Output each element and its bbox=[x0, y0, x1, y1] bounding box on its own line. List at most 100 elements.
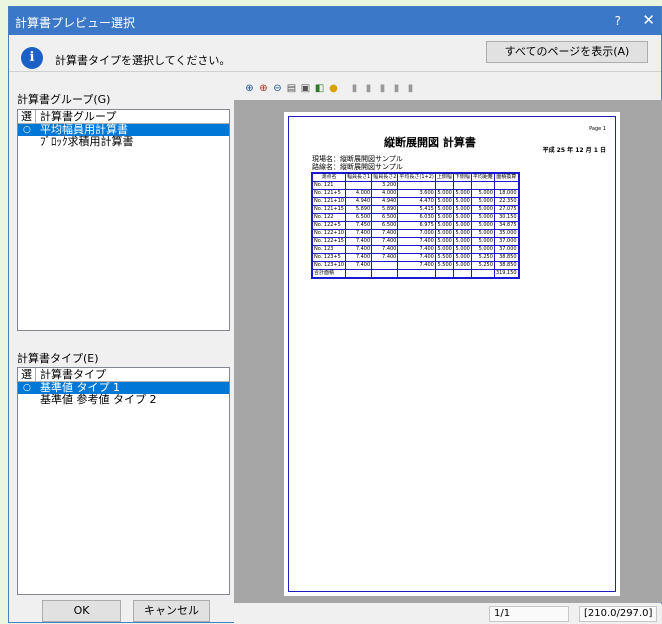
sheet-cell: 3.200 bbox=[371, 181, 399, 190]
sheet-cell: 5.000 bbox=[434, 197, 454, 206]
sheet-cell: 5.000 bbox=[452, 197, 472, 206]
sheet-cell: 6.500 bbox=[371, 221, 399, 230]
sheet-cell: 7.400 bbox=[397, 253, 436, 262]
sheet-cell: 5.500 bbox=[434, 253, 454, 262]
sheet-date: 平成 25 年 12 月 1 日 bbox=[542, 147, 606, 154]
sheet-cell: 5.000 bbox=[434, 245, 454, 254]
sheet-row: No. 122+15 7.400 7.400 7.400 5.000 5.000 5.000… bbox=[311, 237, 520, 246]
sheet-cell: 5.000 bbox=[470, 205, 495, 214]
type-list-header: 選 計算書タイプ bbox=[18, 368, 229, 382]
print-icon[interactable]: ▤ bbox=[286, 83, 297, 95]
info-icon: i bbox=[21, 47, 43, 69]
lightbulb-icon[interactable]: ● bbox=[328, 83, 339, 95]
instruction-text: 計算書タイプを選択してください。 bbox=[55, 54, 231, 67]
sheet-row: No. 122 6.500 6.500 6.030 5.000 5.000 5.000 30.… bbox=[311, 213, 520, 222]
preview-page: Page 1 縦断展開図 計算書 平成 25 年 12 月 1 日 現場名：縦断… bbox=[284, 112, 620, 596]
sheet-cell: 5.000 bbox=[434, 213, 454, 222]
sheet-cell: No. 123+5 bbox=[311, 253, 346, 262]
sheet-cell: 4.940 bbox=[371, 197, 399, 206]
next-page-icon[interactable]: ▮ bbox=[377, 83, 388, 95]
zoom-fit-icon[interactable]: ⊕ bbox=[244, 83, 255, 95]
sheet-cell: No. 123 bbox=[311, 245, 346, 254]
sheet-cell: 5.000 bbox=[434, 205, 454, 214]
title-bar: 計算書プレビュー選択 ? ✕ bbox=[9, 7, 661, 35]
page-setup-icon[interactable]: ▣ bbox=[300, 83, 311, 95]
sheet-cell: 4.470 bbox=[397, 197, 436, 206]
zoom-out-icon[interactable]: ⊖ bbox=[272, 83, 283, 95]
sheet-cell: No. 122+15 bbox=[311, 237, 346, 246]
type-item-reference-2[interactable]: 基準値 参考値 タイプ 2 bbox=[18, 394, 229, 406]
sheet-cell: 4.940 bbox=[344, 197, 373, 206]
status-bar: 1/1 [210.0/297.0] bbox=[234, 604, 662, 624]
page-indicator: 1/1 bbox=[489, 606, 569, 622]
calculation-table: 測点名 幅員長さ1 幅員長さ2 平均長さ(1+2) 上側幅 下側幅 平均距離 面積換算 No. … bbox=[311, 172, 520, 279]
sheet-header-cell: 上側幅 bbox=[434, 172, 454, 182]
close-icon[interactable]: ✕ bbox=[642, 11, 655, 29]
sheet-cell bbox=[470, 269, 495, 279]
group-item-block-area[interactable]: ﾌﾞﾛｯｸ求積用計算書 bbox=[18, 136, 229, 148]
sheet-cell: No. 122 bbox=[311, 213, 346, 222]
sheet-cell: No. 121+10 bbox=[311, 197, 346, 206]
sheet-cell: 7.400 bbox=[344, 253, 373, 262]
sheet-cell: 3.600 bbox=[397, 189, 436, 198]
route-name: 路線名：縦断展開図サンプル bbox=[312, 163, 403, 171]
group-column-header[interactable]: 計算書グループ bbox=[40, 110, 116, 123]
sheet-cell bbox=[434, 269, 454, 279]
window-title: 計算書プレビュー選択 bbox=[15, 16, 136, 30]
group-item-label: ﾌﾞﾛｯｸ求積用計算書 bbox=[40, 135, 134, 148]
multi-page-icon[interactable]: ▮ bbox=[405, 83, 416, 95]
select-column-header[interactable]: 選 bbox=[21, 368, 36, 381]
sheet-cell: 5.000 bbox=[470, 237, 495, 246]
sheet-cell: 合計面積 bbox=[311, 269, 346, 279]
sheet-cell: 7.400 bbox=[344, 261, 373, 270]
paper-size: [210.0/297.0] bbox=[579, 606, 657, 622]
type-listbox[interactable]: 選 計算書タイプ ○ 基準値 タイプ 1 基準値 参考値 タイプ 2 bbox=[17, 367, 230, 595]
prev-page-icon[interactable]: ▮ bbox=[363, 83, 374, 95]
dialog-window: 計算書プレビュー選択 ? ✕ i 計算書タイプを選択してください。 すべてのペー… bbox=[8, 6, 662, 624]
sheet-cell bbox=[434, 181, 454, 190]
sheet-cell bbox=[452, 181, 472, 190]
export-icon[interactable]: ◧ bbox=[314, 83, 325, 95]
sheet-cell bbox=[344, 181, 373, 190]
sheet-cell: 6.500 bbox=[371, 213, 399, 222]
sheet-header-cell: 測点名 bbox=[311, 172, 346, 182]
preview-toolbar: ⊕ ⊕ ⊖ ▤ ▣ ◧ ● ▮ ▮ ▮ ▮ ▮ bbox=[234, 80, 662, 100]
sheet-header-cell: 面積換算 bbox=[493, 172, 520, 182]
sheet-row: No. 123+10 7.400 7.400 5.500 5.000 5.250 38.85… bbox=[311, 261, 520, 270]
sheet-header-cell: 平均距離 bbox=[470, 172, 495, 182]
sheet-cell: 5.000 bbox=[470, 229, 495, 238]
select-column-header[interactable]: 選 bbox=[21, 110, 36, 123]
type-label: 計算書タイプ(E) bbox=[17, 352, 99, 365]
ok-button[interactable]: OK bbox=[42, 600, 121, 622]
last-page-icon[interactable]: ▮ bbox=[391, 83, 402, 95]
sheet-cell: 6.975 bbox=[397, 221, 436, 230]
sheet-cell: 5.890 bbox=[371, 205, 399, 214]
cancel-button[interactable]: キャンセル bbox=[133, 600, 210, 622]
zoom-in-icon[interactable]: ⊕ bbox=[258, 83, 269, 95]
help-button[interactable]: ? bbox=[615, 14, 621, 28]
sheet-cell bbox=[470, 181, 495, 190]
sheet-cell: 5.000 bbox=[470, 189, 495, 198]
type-column-header[interactable]: 計算書タイプ bbox=[40, 368, 106, 381]
sheet-row: No. 122+5 7.450 6.500 6.975 5.000 5.000 5.000 3… bbox=[311, 221, 520, 230]
sheet-cell: 38.850 bbox=[493, 261, 520, 270]
sheet-cell: No. 122+5 bbox=[311, 221, 346, 230]
sheet-cell: No. 121+5 bbox=[311, 189, 346, 198]
sheet-cell bbox=[344, 269, 373, 279]
sheet-cell: 34.875 bbox=[493, 221, 520, 230]
sheet-cell bbox=[371, 269, 399, 279]
sheet-cell bbox=[452, 269, 472, 279]
sheet-cell: 27.075 bbox=[493, 205, 520, 214]
group-listbox[interactable]: 選 計算書グループ ○ 平均幅員用計算書 ﾌﾞﾛｯｸ求積用計算書 bbox=[17, 109, 230, 331]
sheet-cell: 35.000 bbox=[493, 229, 520, 238]
first-page-icon[interactable]: ▮ bbox=[349, 83, 360, 95]
sheet-cell: 7.400 bbox=[371, 253, 399, 262]
sheet-cell: 5.000 bbox=[470, 213, 495, 222]
show-all-pages-button[interactable]: すべてのページを表示(A) bbox=[486, 41, 648, 63]
page-number: Page 1 bbox=[589, 126, 606, 132]
sheet-cell: 38.850 bbox=[493, 253, 520, 262]
sheet-cell: 5.000 bbox=[470, 245, 495, 254]
sheet-cell: No. 121+15 bbox=[311, 205, 346, 214]
preview-area[interactable]: Page 1 縦断展開図 計算書 平成 25 年 12 月 1 日 現場名：縦断… bbox=[234, 100, 662, 603]
sheet-row: No. 121+15 5.890 5.890 5.415 5.000 5.000 5.000… bbox=[311, 205, 520, 214]
